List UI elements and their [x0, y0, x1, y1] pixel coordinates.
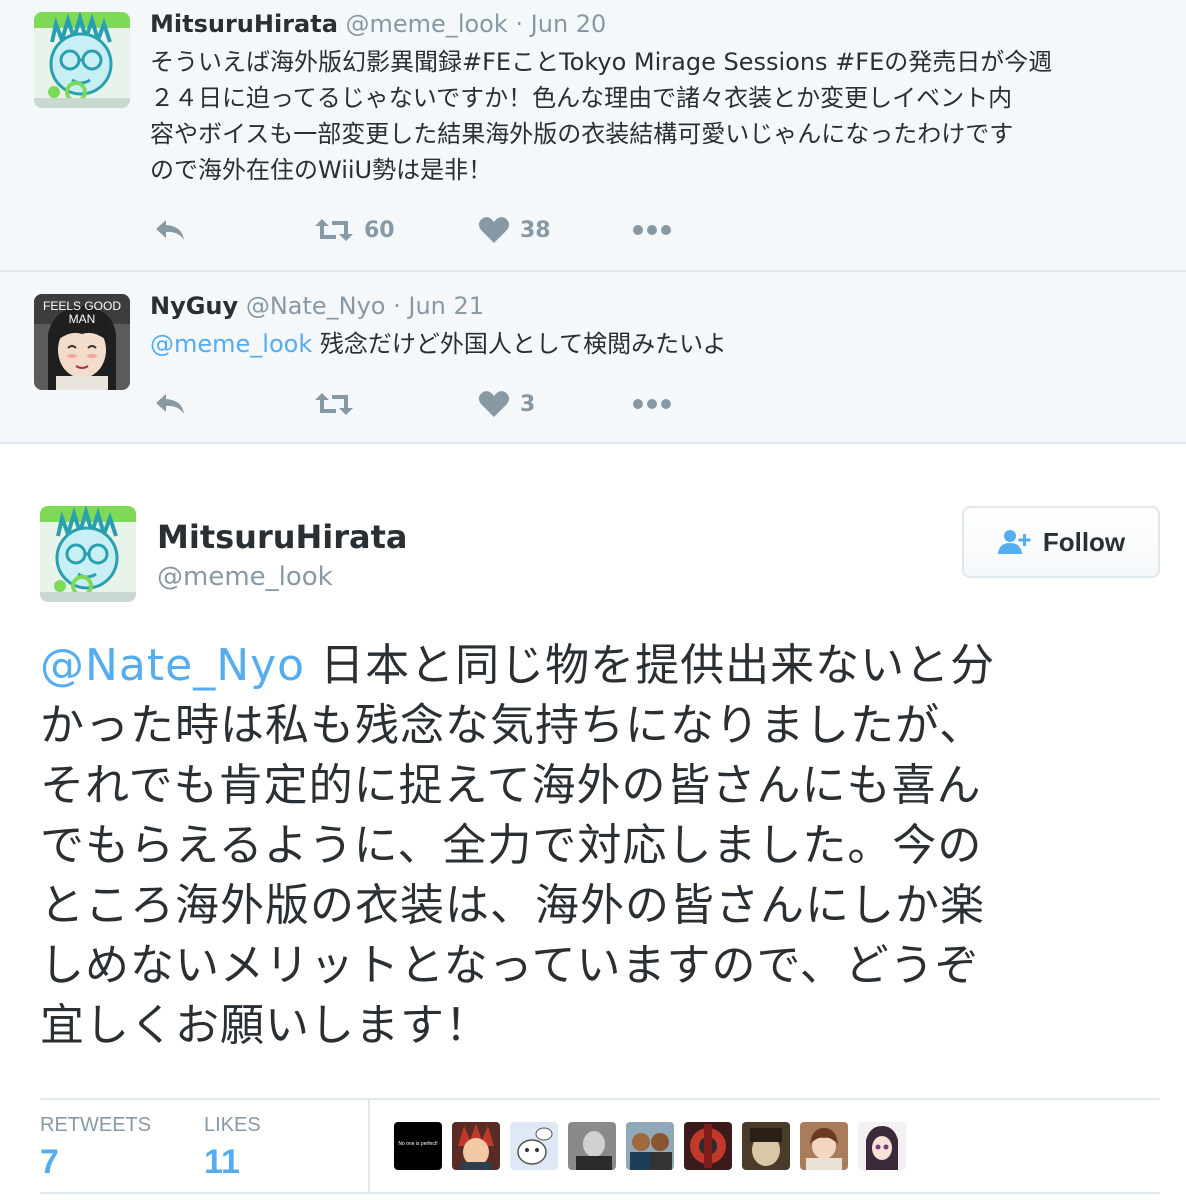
liker-avatar[interactable]	[510, 1122, 558, 1170]
likes-label: LIKES	[204, 1114, 261, 1136]
tweet-text-line: しめないメリットとなっていますので、どうぞ	[40, 940, 980, 991]
thread-tweet[interactable]: MitsuruHirata @meme_look · Jun 20 そういえば海…	[0, 0, 1186, 272]
separator: ·	[385, 292, 409, 320]
mention-link[interactable]: @Nate_Nyo	[40, 640, 305, 691]
like-icon	[478, 391, 510, 417]
retweet-icon	[315, 219, 353, 241]
more-icon	[633, 225, 671, 235]
tweet-text-line: 宜しくお願いします！	[40, 1000, 490, 1051]
tweet-text: そういえば海外版幻影異聞録#FEことTokyo Mirage Sessions …	[150, 44, 1170, 188]
more-icon	[633, 399, 671, 409]
retweet-button[interactable]: 60	[314, 210, 395, 250]
follow-label: Follow	[1042, 526, 1126, 557]
follow-button[interactable]: Follow	[962, 506, 1160, 578]
avatar-caption: FEELS GOOD MAN	[42, 299, 122, 326]
more-button[interactable]	[632, 384, 672, 424]
liker-avatar[interactable]	[452, 1122, 500, 1170]
reply-icon	[156, 394, 184, 414]
reply-button[interactable]	[154, 210, 186, 250]
display-name[interactable]: MitsuruHirata	[150, 10, 338, 38]
liker-avatar[interactable]	[684, 1122, 732, 1170]
liker-avatar[interactable]	[800, 1122, 848, 1170]
tweet-header: NyGuy @Nate_Nyo · Jun 21	[150, 292, 484, 320]
like-icon	[478, 217, 510, 243]
tweet-actions: 60 38	[150, 210, 750, 250]
retweet-button[interactable]	[314, 384, 364, 424]
tweet-header: MitsuruHirata @meme_look · Jun 20	[150, 10, 606, 38]
display-name[interactable]: MitsuruHirata	[157, 518, 408, 556]
avatar[interactable]	[40, 506, 136, 602]
divider	[40, 1192, 1160, 1194]
timestamp[interactable]: Jun 21	[408, 292, 484, 320]
tweet-text-line: ２４日に迫ってるじゃないですか！色んな理由で諸々衣装とか変更しイベント内	[150, 84, 1013, 112]
liker-avatar[interactable]	[742, 1122, 790, 1170]
more-button[interactable]	[632, 210, 672, 250]
thread-tweet[interactable]: FEELS GOOD MAN NyGuy @Nate_Nyo · Jun 21 …	[0, 272, 1186, 444]
handle[interactable]: @meme_look	[157, 562, 333, 592]
likes-stat[interactable]: LIKES 11	[204, 1114, 261, 1182]
retweets-stat[interactable]: RETWEETS 7	[40, 1114, 151, 1182]
tweet-text: @meme_look 残念だけど外国人として検閲みたいよ	[150, 326, 1170, 362]
like-count: 38	[520, 217, 551, 243]
avatar[interactable]: FEELS GOOD MAN	[34, 294, 130, 390]
handle[interactable]: @Nate_Nyo	[246, 292, 386, 320]
tweet-text-line: 容やボイスも一部変更した結果海外版の衣装結構可愛いじゃんになったわけです	[150, 120, 1014, 148]
retweets-label: RETWEETS	[40, 1114, 152, 1136]
retweet-count: 60	[364, 217, 395, 243]
avatar[interactable]	[34, 12, 130, 108]
separator: ·	[507, 10, 531, 38]
tweet-text-line: そういえば海外版幻影異聞録#FEことTokyo Mirage Sessions …	[150, 48, 1053, 76]
tweet-actions: 3	[150, 384, 750, 424]
reply-button[interactable]	[154, 384, 186, 424]
handle[interactable]: @meme_look	[346, 10, 508, 38]
tweet-text-line: それでも肯定的に捉えて海外の皆さんにも喜ん	[40, 760, 982, 811]
liker-avatar[interactable]	[858, 1122, 906, 1170]
tweet-text-line: ので海外在住のWiiU勢は是非！	[150, 156, 493, 184]
mention-link[interactable]: @meme_look	[150, 330, 312, 358]
display-name[interactable]: NyGuy	[150, 292, 238, 320]
tweet-text-line: ところ海外版の衣装は、海外の皆さんにしか楽	[40, 880, 985, 931]
like-count: 3	[520, 391, 536, 417]
liker-avatar[interactable]	[626, 1122, 674, 1170]
timestamp[interactable]: Jun 20	[531, 10, 607, 38]
liker-avatar[interactable]: No one is perfect!	[394, 1122, 442, 1170]
main-tweet-text: @Nate_Nyo 日本と同じ物を提供出来ないと分 かった時は私も残念な気持ちに…	[40, 636, 1160, 1056]
likes-value: 11	[204, 1143, 240, 1181]
like-button[interactable]: 38	[478, 210, 551, 250]
reply-icon	[156, 220, 184, 240]
tweet-text-line: かった時は私も残念な気持ちになりましたが、	[40, 700, 985, 751]
liker-avatar[interactable]	[568, 1122, 616, 1170]
tweet-text-body: 残念だけど外国人として検閲みたいよ	[312, 330, 727, 358]
add-user-icon	[997, 530, 1031, 554]
divider	[368, 1100, 370, 1192]
tweet-text-line: でもらえるように、全力で対応しました。今の	[40, 820, 983, 871]
liker-avatar-caption: No one is perfect!	[398, 1141, 438, 1147]
tweet-text-line: @Nate_Nyo 日本と同じ物を提供出来ないと分	[40, 636, 1160, 696]
like-button[interactable]: 3	[478, 384, 535, 424]
divider	[40, 1098, 1160, 1100]
retweet-icon	[315, 393, 353, 415]
retweets-value: 7	[40, 1143, 59, 1181]
tweet-text-body: 日本と同じ物を提供出来ないと分	[305, 640, 996, 691]
